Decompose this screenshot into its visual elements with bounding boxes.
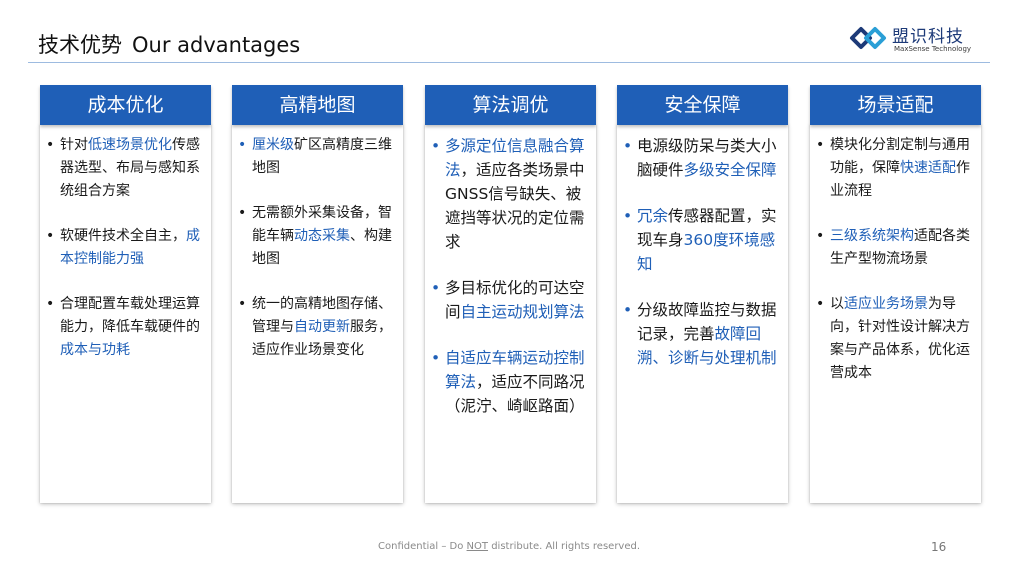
- advantage-card: 电源级防呆与类大小脑硬件多级安全保障冗余传感器配置，实现车身360度环境感知分级…: [617, 125, 788, 503]
- list-item: 以适应业务场景为导向，针对性设计解决方案与产品体系，优化运营成本: [816, 293, 976, 385]
- list-item: 统一的高精地图存储、管理与自动更新服务，适应作业场景变化: [238, 293, 398, 362]
- list-item: 模块化分割定制与通用功能，保障快速适配作业流程: [816, 134, 976, 203]
- page-number: 16: [931, 540, 947, 554]
- advantage-card: 多源定位信息融合算法，适应各类场景中GNSS信号缺失、被遮挡等状况的定位需求多目…: [425, 125, 596, 503]
- column-header: 安全保障: [617, 85, 788, 125]
- highlight-text: 低速场景优化: [88, 137, 172, 153]
- list-item: 厘米级矿区高精度三维地图: [238, 134, 398, 180]
- advantage-card: 厘米级矿区高精度三维地图无需额外采集设备，智能车辆动态采集、构建地图统一的高精地…: [232, 125, 403, 503]
- highlight-text: 自主运动规划算法: [460, 303, 585, 321]
- advantage-column: 电源级防呆与类大小脑硬件多级安全保障冗余传感器配置，实现车身360度环境感知分级…: [617, 85, 788, 503]
- list-item: 多源定位信息融合算法，适应各类场景中GNSS信号缺失、被遮挡等状况的定位需求: [431, 134, 591, 254]
- advantage-column: 针对低速场景优化传感器选型、布局与感知系统组合方案软硬件技术全自主，成本控制能力…: [40, 85, 211, 503]
- title-divider: [28, 62, 990, 63]
- item-text: ，适应各类场景中GNSS信号缺失、被遮挡等状况的定位需求: [445, 161, 585, 251]
- list-item: 多目标优化的可达空间自主运动规划算法: [431, 276, 591, 324]
- highlight-text: 适应业务场景: [844, 296, 928, 312]
- highlight-text: 厘米级: [252, 137, 294, 153]
- footer-post: distribute. All rights reserved.: [488, 541, 641, 552]
- highlight-text: 多级安全保障: [683, 161, 777, 179]
- logo-text-cn: 盟识科技: [892, 27, 964, 47]
- advantage-column: 厘米级矿区高精度三维地图无需额外采集设备，智能车辆动态采集、构建地图统一的高精地…: [232, 85, 403, 503]
- advantage-card: 模块化分割定制与通用功能，保障快速适配作业流程三级系统架构适配各类生产型物流场景…: [810, 125, 981, 503]
- list-item: 自适应车辆运动控制算法，适应不同路况（泥泞、崎岖路面）: [431, 346, 591, 418]
- column-header: 场景适配: [810, 85, 981, 125]
- item-text: 以: [830, 296, 844, 312]
- advantage-column: 多源定位信息融合算法，适应各类场景中GNSS信号缺失、被遮挡等状况的定位需求多目…: [425, 85, 596, 503]
- highlight-text: 冗余: [637, 207, 669, 225]
- advantage-list: 电源级防呆与类大小脑硬件多级安全保障冗余传感器配置，实现车身360度环境感知分级…: [623, 134, 783, 392]
- advantage-list: 模块化分割定制与通用功能，保障快速适配作业流程三级系统架构适配各类生产型物流场景…: [816, 134, 976, 407]
- footer-not: NOT: [466, 541, 489, 552]
- page-title: 技术优势 Our advantages: [38, 29, 300, 59]
- advantage-column: 模块化分割定制与通用功能，保障快速适配作业流程三级系统架构适配各类生产型物流场景…: [810, 85, 981, 503]
- item-text: 针对: [60, 137, 88, 153]
- advantage-card: 针对低速场景优化传感器选型、布局与感知系统组合方案软硬件技术全自主，成本控制能力…: [40, 125, 211, 503]
- page-title-en: Our advantages: [132, 33, 301, 57]
- highlight-text: 动态采集: [294, 228, 350, 244]
- column-header: 成本优化: [40, 85, 211, 125]
- page-title-cn: 技术优势: [38, 33, 122, 57]
- list-item: 针对低速场景优化传感器选型、布局与感知系统组合方案: [46, 134, 206, 203]
- highlight-text: 成本与功耗: [60, 342, 130, 358]
- column-header: 算法调优: [425, 85, 596, 125]
- list-item: 分级故障监控与数据记录，完善故障回溯、诊断与处理机制: [623, 298, 783, 370]
- item-text: 合理配置车载处理运算能力，降低车载硬件的: [60, 296, 200, 335]
- highlight-text: 自动更新: [294, 319, 350, 335]
- list-item: 软硬件技术全自主，成本控制能力强: [46, 225, 206, 271]
- list-item: 冗余传感器配置，实现车身360度环境感知: [623, 204, 783, 276]
- highlight-text: 快速适配: [900, 160, 956, 176]
- list-item: 合理配置车载处理运算能力，降低车载硬件的成本与功耗: [46, 293, 206, 362]
- logo-text-en: MaxSense Technology: [894, 45, 972, 53]
- advantage-list: 多源定位信息融合算法，适应各类场景中GNSS信号缺失、被遮挡等状况的定位需求多目…: [431, 134, 591, 440]
- company-logo: 盟识科技 MaxSense Technology: [848, 18, 988, 58]
- list-item: 三级系统架构适配各类生产型物流场景: [816, 225, 976, 271]
- list-item: 电源级防呆与类大小脑硬件多级安全保障: [623, 134, 783, 182]
- logo-mark-icon: [850, 27, 886, 49]
- confidential-notice: Confidential – Do NOT distribute. All ri…: [378, 541, 640, 552]
- column-header: 高精地图: [232, 85, 403, 125]
- highlight-text: 三级系统架构: [830, 228, 914, 244]
- list-item: 无需额外采集设备，智能车辆动态采集、构建地图: [238, 202, 398, 271]
- advantage-list: 厘米级矿区高精度三维地图无需额外采集设备，智能车辆动态采集、构建地图统一的高精地…: [238, 134, 398, 384]
- advantage-list: 针对低速场景优化传感器选型、布局与感知系统组合方案软硬件技术全自主，成本控制能力…: [46, 134, 206, 384]
- footer-pre: Confidential – Do: [378, 541, 467, 552]
- item-text: 软硬件技术全自主，: [60, 228, 186, 244]
